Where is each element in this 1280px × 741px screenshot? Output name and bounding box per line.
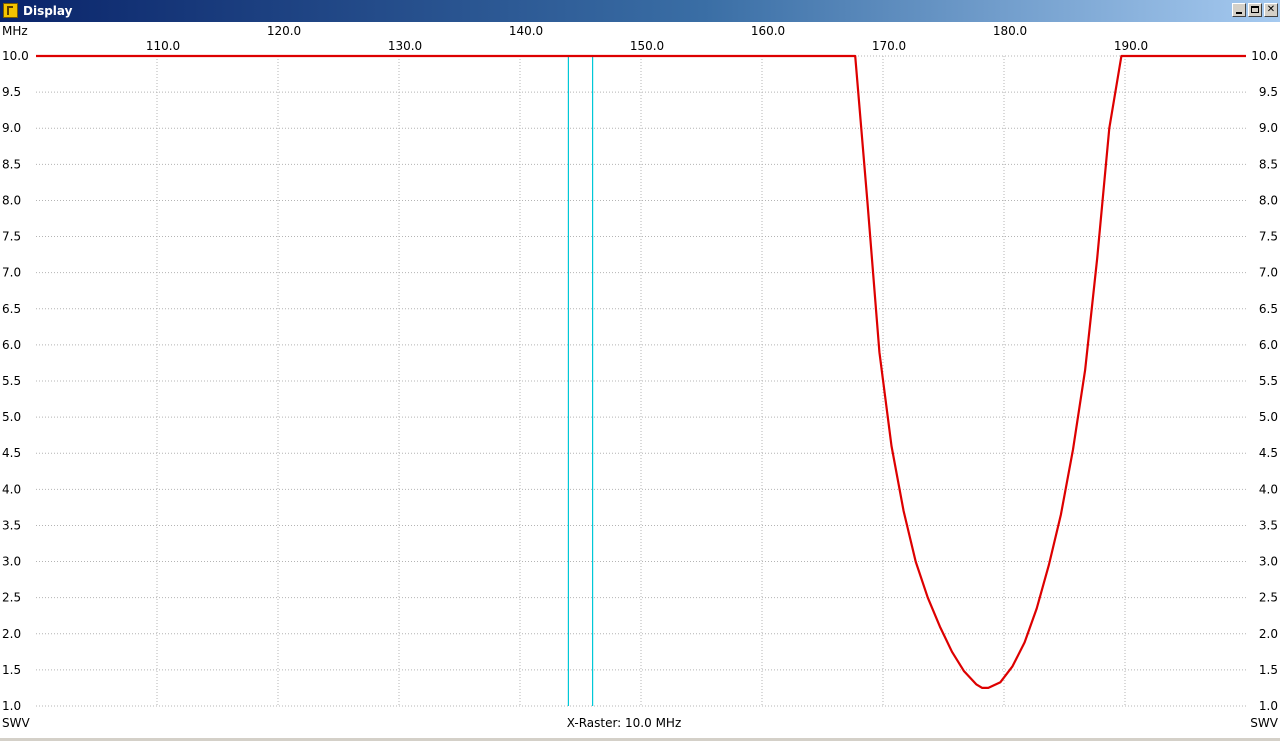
y-tick-label-right: 10.0 <box>1251 49 1278 63</box>
y-tick-label-left: 6.0 <box>2 338 21 352</box>
y-tick-label-left: 4.0 <box>2 482 21 496</box>
y-tick-label-right: 9.0 <box>1259 121 1278 135</box>
x-raster-label: X-Raster: 10.0 MHz <box>567 716 682 730</box>
y-tick-label-right: 4.0 <box>1259 482 1278 496</box>
y-tick-label-left: 2.5 <box>2 591 21 605</box>
y-tick-label-right: 6.5 <box>1259 302 1278 316</box>
y-label-right: SWV <box>1250 716 1278 730</box>
x-tick-label: 190.0 <box>1114 39 1148 53</box>
y-tick-label-right: 2.0 <box>1259 627 1278 641</box>
x-tick-label: 160.0 <box>751 24 785 38</box>
y-tick-label-right: 1.5 <box>1259 663 1278 677</box>
y-tick-label-right: 5.0 <box>1259 410 1278 424</box>
y-tick-label-right: 8.0 <box>1259 193 1278 207</box>
y-tick-label-left: 1.5 <box>2 663 21 677</box>
x-tick-label: 120.0 <box>267 24 301 38</box>
x-tick-label: 130.0 <box>388 39 422 53</box>
y-tick-label-left: 3.0 <box>2 555 21 569</box>
y-tick-label-left: 5.5 <box>2 374 21 388</box>
y-tick-label-right: 6.0 <box>1259 338 1278 352</box>
y-tick-label-left: 5.0 <box>2 410 21 424</box>
close-button[interactable] <box>1264 3 1278 17</box>
y-tick-label-left: 8.0 <box>2 193 21 207</box>
app-icon <box>3 3 18 18</box>
chart-grid <box>36 55 1246 707</box>
window-title: Display <box>23 4 73 18</box>
title-bar: Display <box>0 0 1280 22</box>
maximize-button[interactable] <box>1248 3 1262 17</box>
x-tick-label: 170.0 <box>872 39 906 53</box>
y-tick-label-left: 7.0 <box>2 266 21 280</box>
x-unit-label: MHz <box>2 24 28 38</box>
y-tick-label-left: 9.5 <box>2 85 21 99</box>
y-tick-label-right: 3.5 <box>1259 518 1278 532</box>
y-tick-label-left: 6.5 <box>2 302 21 316</box>
y-tick-label-left: 2.0 <box>2 627 21 641</box>
y-tick-label-right: 9.5 <box>1259 85 1278 99</box>
y-tick-label-right: 2.5 <box>1259 591 1278 605</box>
y-tick-label-left: 10.0 <box>2 49 29 63</box>
axis-labels: MHz SWV SWV X-Raster: 10.0 MHz 1.0 1.0 1.5… <box>2 24 1279 730</box>
y-tick-label-left: 8.5 <box>2 157 21 171</box>
y-tick-label-left: 1.0 <box>2 699 21 713</box>
y-tick-label-left: 7.5 <box>2 230 21 244</box>
y-tick-label-right: 4.5 <box>1259 446 1278 460</box>
x-tick-label: 180.0 <box>993 24 1027 38</box>
swr-chart: MHz SWV SWV X-Raster: 10.0 MHz 1.0 1.0 1.5… <box>2 24 1279 730</box>
y-tick-label-right: 5.5 <box>1259 374 1278 388</box>
minimize-button[interactable] <box>1232 3 1246 17</box>
y-tick-label-right: 7.5 <box>1259 230 1278 244</box>
y-tick-label-right: 1.0 <box>1259 699 1278 713</box>
x-tick-label: 150.0 <box>630 39 664 53</box>
x-tick-label: 140.0 <box>509 24 543 38</box>
y-tick-label-left: 9.0 <box>2 121 21 135</box>
window-controls <box>1232 3 1278 17</box>
y-tick-label-left: 4.5 <box>2 446 21 460</box>
y-tick-label-right: 8.5 <box>1259 157 1278 171</box>
y-label-left: SWV <box>2 716 30 730</box>
y-tick-label-right: 7.0 <box>1259 266 1278 280</box>
x-tick-label: 110.0 <box>146 39 180 53</box>
y-tick-label-right: 3.0 <box>1259 555 1278 569</box>
y-tick-label-left: 3.5 <box>2 518 21 532</box>
